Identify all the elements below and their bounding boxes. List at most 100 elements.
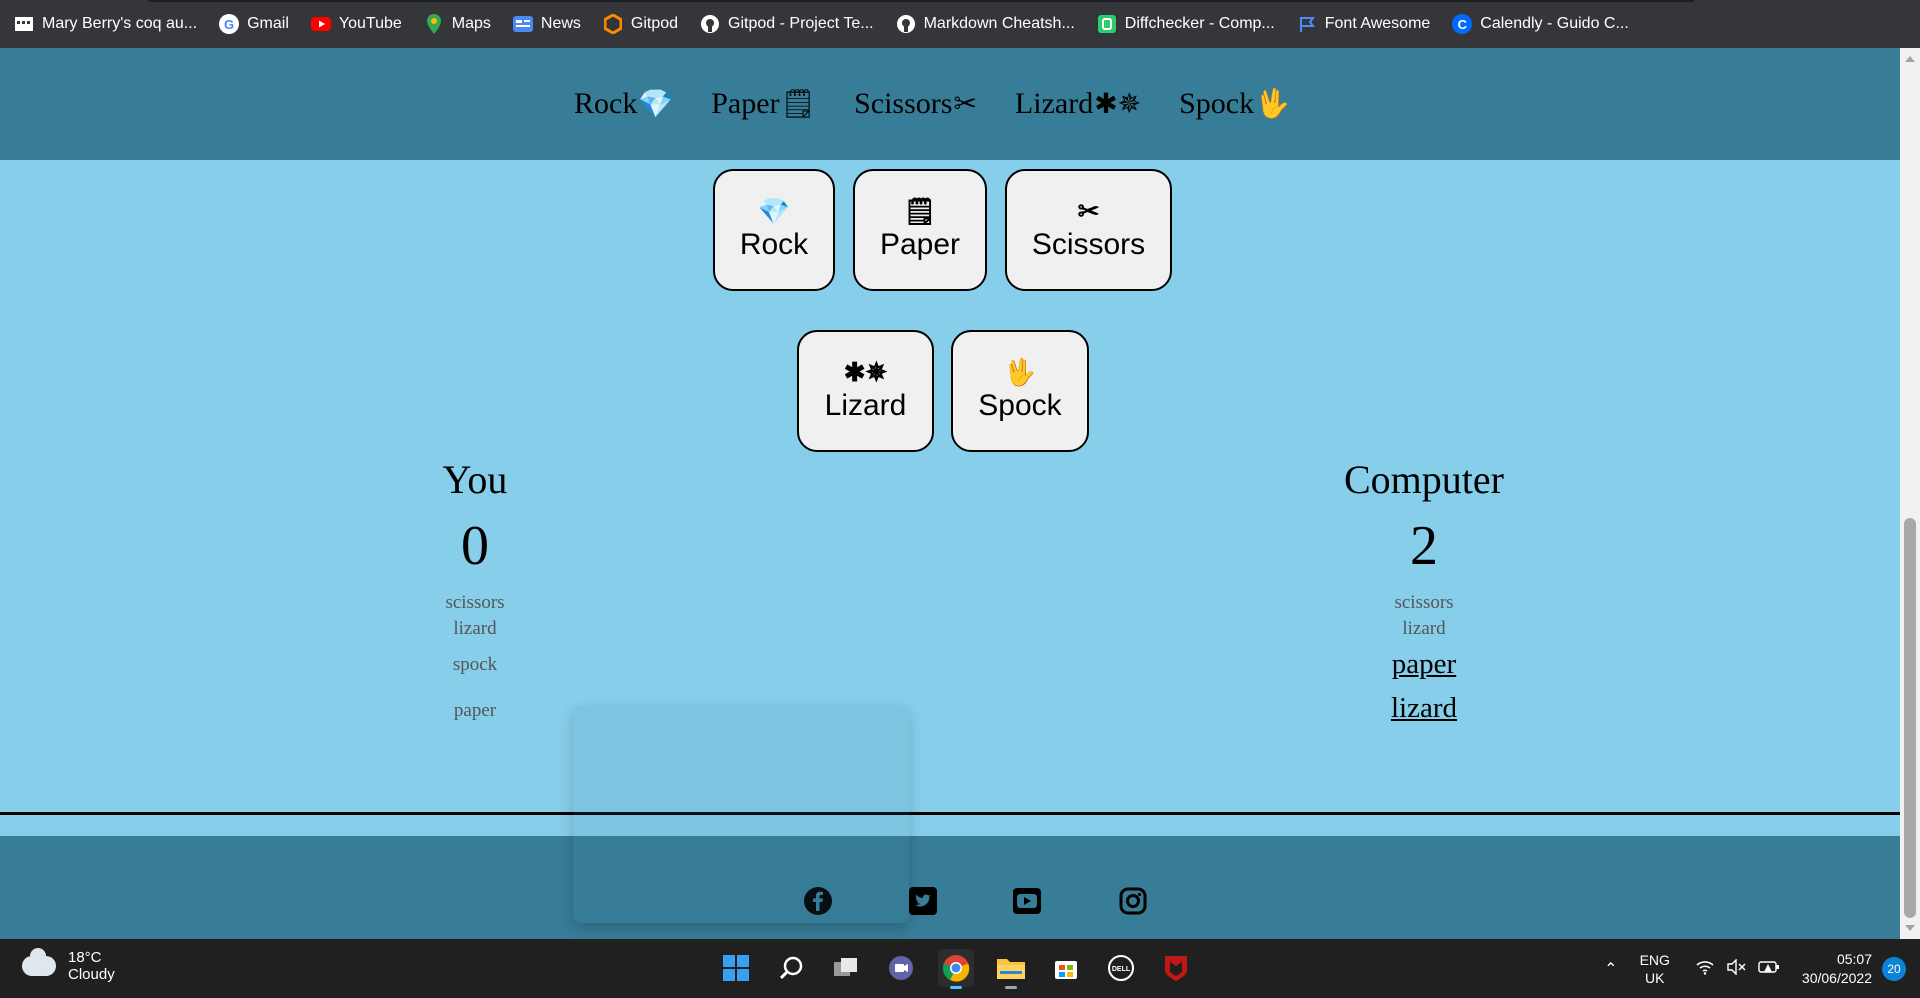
player-history-item: lizard xyxy=(453,618,497,639)
weather-desc: Cloudy xyxy=(68,966,115,983)
scroll-down-icon[interactable] xyxy=(1905,925,1915,931)
youtube-icon xyxy=(310,14,331,34)
bookmark-label: Calendly - Guido C... xyxy=(1480,15,1629,32)
clock-time: 05:07 xyxy=(1836,950,1872,967)
bookmark-youtube[interactable]: YouTube xyxy=(310,14,402,34)
teams-chat-icon[interactable] xyxy=(883,949,919,987)
clock[interactable]: 05:07 30/06/2022 xyxy=(1802,950,1872,988)
weather-temp: 18°C xyxy=(68,949,102,966)
note-icon: 🗒 xyxy=(903,196,937,226)
player-history-item: spock xyxy=(452,654,498,675)
file-explorer-icon[interactable] xyxy=(993,949,1029,989)
instagram-icon[interactable] xyxy=(1118,886,1148,916)
dell-icon[interactable]: DELL xyxy=(1103,949,1139,987)
scissors-icon: ✂ xyxy=(1077,196,1100,226)
spock-hand-icon: 🖖 xyxy=(1003,357,1037,387)
windows-start-icon[interactable] xyxy=(718,949,754,987)
nav-scissors: Scissors ✂ xyxy=(854,87,977,120)
scrollbar-thumb[interactable] xyxy=(1904,518,1916,918)
mcafee-icon[interactable] xyxy=(1158,949,1194,987)
battery-warning-icon[interactable] xyxy=(1758,959,1780,979)
flag-icon xyxy=(1297,14,1317,34)
bookmark-label: News xyxy=(540,15,581,32)
clock-date: 30/06/2022 xyxy=(1801,969,1872,986)
bookmark-label: Markdown Cheatsh... xyxy=(923,15,1075,32)
bookmark-label: Gitpod - Project Te... xyxy=(728,15,874,32)
nav-spock: Spock 🖖 xyxy=(1179,87,1290,120)
lizard-icon: ✱✵ xyxy=(843,357,888,387)
page-scrollbar[interactable] xyxy=(1900,48,1920,939)
computer-history-link[interactable]: lizard xyxy=(1274,686,1574,730)
nav-lizard: Lizard ✱✵ xyxy=(1014,87,1142,120)
youtube-icon[interactable] xyxy=(1012,886,1042,916)
gem-icon: 💎 xyxy=(757,196,791,226)
player-history-item: scissors xyxy=(445,592,505,613)
player-score: 0 xyxy=(461,515,489,577)
scroll-up-icon[interactable] xyxy=(1905,56,1915,62)
taskbar-apps: DELL xyxy=(718,949,1194,989)
bookmark-maps[interactable]: Maps xyxy=(424,14,491,34)
bookmark-calendly[interactable]: C Calendly - Guido C... xyxy=(1452,14,1629,34)
header-nav: Rock 💎 Paper 🗒 Scissors ✂ Lizard ✱✵ Spock 🖖 xyxy=(0,48,1900,160)
cloud-icon xyxy=(22,948,56,976)
scissors-button[interactable]: ✂ Scissors xyxy=(1005,169,1172,291)
running-indicator xyxy=(1005,986,1017,989)
computer-history-item: lizard xyxy=(1402,618,1446,639)
spock-button[interactable]: 🖖 Spock xyxy=(951,330,1089,452)
bookmark-label: YouTube xyxy=(338,15,402,32)
rock-button[interactable]: 💎 Rock xyxy=(713,169,835,291)
bookmark-markdown[interactable]: Markdown Cheatsh... xyxy=(896,14,1075,34)
player-title: You xyxy=(442,457,508,502)
lizard-button[interactable]: ✱✵ Lizard xyxy=(797,330,934,452)
calendly-icon: C xyxy=(1452,14,1473,34)
bookmark-mary-berry[interactable]: Mary Berry's coq au... xyxy=(14,14,197,34)
computer-history-link[interactable]: paper xyxy=(1274,642,1574,686)
nav-paper: Paper 🗒 xyxy=(711,87,817,120)
bookmark-diffchecker[interactable]: Diffchecker - Comp... xyxy=(1097,14,1275,34)
volume-muted-icon[interactable] xyxy=(1726,957,1746,979)
bookmark-gitpod[interactable]: Gitpod xyxy=(603,14,678,34)
wifi-icon[interactable] xyxy=(1696,959,1714,979)
player-history-item: paper xyxy=(453,700,497,721)
spock-hand-icon: 🖖 xyxy=(1255,89,1290,120)
windows-taskbar: 18°C Cloudy DELL ⌃ ENG UK 05:07 30/06/20… xyxy=(0,939,1920,998)
diffchecker-icon xyxy=(1097,14,1117,34)
weather-widget[interactable]: 18°C Cloudy xyxy=(22,948,115,983)
nav-rock: Rock 💎 xyxy=(574,87,674,120)
system-tray: ⌃ ENG UK 05:07 30/06/2022 20 xyxy=(1604,939,1920,998)
paper-button[interactable]: 🗒 Paper xyxy=(853,169,987,291)
search-icon[interactable] xyxy=(773,949,809,987)
bookmark-label: Maps xyxy=(451,15,491,32)
gem-icon: 💎 xyxy=(638,89,674,120)
gitpod-icon xyxy=(603,14,623,34)
bookmark-label: Font Awesome xyxy=(1324,15,1431,32)
active-indicator xyxy=(950,986,962,989)
language-indicator[interactable]: ENG UK xyxy=(1640,951,1670,987)
twitter-icon[interactable] xyxy=(908,886,938,916)
apps-grid-icon xyxy=(14,14,34,34)
bookmark-label: Diffchecker - Comp... xyxy=(1124,15,1275,32)
computer-title: Computer xyxy=(1344,457,1504,502)
lizard-icon: ✱✵ xyxy=(1094,89,1142,120)
bookmark-gitpod-project[interactable]: Gitpod - Project Te... xyxy=(700,14,874,34)
svg-text:DELL: DELL xyxy=(1112,966,1131,973)
chevron-up-icon[interactable]: ⌃ xyxy=(1604,959,1617,979)
microsoft-store-icon[interactable] xyxy=(1048,949,1084,987)
google-icon: G xyxy=(219,14,240,34)
bookmarks-bar: Mary Berry's coq au... G Gmail YouTube M… xyxy=(0,0,1920,48)
chrome-icon[interactable] xyxy=(938,949,974,989)
computer-history-item: scissors xyxy=(1394,592,1454,613)
github-icon xyxy=(896,14,916,34)
game-page: Rock 💎 Paper 🗒 Scissors ✂ Lizard ✱✵ Spock 🖖 💎… xyxy=(0,48,1900,939)
scissors-icon: ✂ xyxy=(953,89,977,120)
maps-pin-icon xyxy=(424,14,444,34)
note-icon: 🗒 xyxy=(780,89,817,120)
notification-badge[interactable]: 20 xyxy=(1882,956,1906,981)
bookmark-font-awesome[interactable]: Font Awesome xyxy=(1297,14,1431,34)
task-view-icon[interactable] xyxy=(828,949,864,987)
bookmark-label: Gitpod xyxy=(630,15,679,32)
bookmark-gmail[interactable]: G Gmail xyxy=(219,14,289,34)
footer-divider xyxy=(0,812,1900,815)
computer-score: 2 xyxy=(1410,515,1438,577)
bookmark-news[interactable]: News xyxy=(512,14,581,34)
